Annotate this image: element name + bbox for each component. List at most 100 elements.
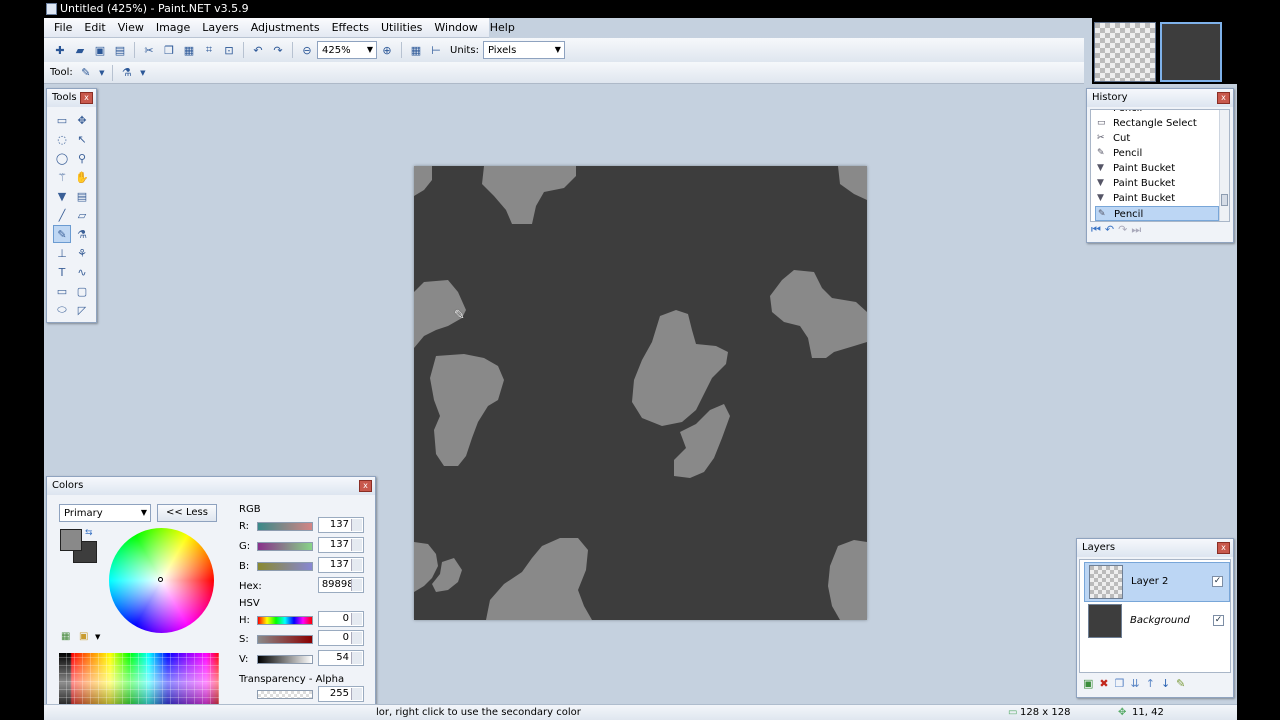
zoom-icon[interactable]: ⚲ — [73, 149, 91, 167]
delete-layer-icon[interactable]: ✖ — [1099, 677, 1108, 690]
gradient-icon[interactable]: ▤ — [73, 187, 91, 205]
rewind-icon[interactable]: ⏮ — [1091, 223, 1101, 239]
history-item[interactable]: ▼ Paint Bucket — [1095, 191, 1219, 206]
menu-window[interactable]: Window — [428, 21, 483, 34]
freeform-shape-icon[interactable]: ◸ — [73, 301, 91, 319]
undo-icon[interactable]: ↶ — [1105, 223, 1114, 239]
new-icon[interactable]: ✚ — [52, 42, 68, 58]
deselect-icon[interactable]: ⊡ — [221, 42, 237, 58]
g-input[interactable]: 137 — [318, 537, 364, 553]
v-slider[interactable] — [257, 655, 313, 664]
layer-row-background[interactable]: Background ✓ — [1084, 602, 1230, 642]
blend-mode-icon[interactable]: ⚗ — [119, 65, 135, 81]
rectangle-select-icon[interactable]: ▭ — [53, 111, 71, 129]
units-combo[interactable]: Pixels ▼ — [482, 41, 565, 59]
chevron-down-icon[interactable]: ▼ — [139, 65, 147, 81]
fast-forward-icon[interactable]: ⏭ — [1131, 223, 1141, 239]
menu-view[interactable]: View — [112, 21, 150, 34]
alpha-input[interactable]: 255 — [318, 686, 364, 702]
menu-edit[interactable]: Edit — [78, 21, 111, 34]
ellipse-icon[interactable]: ⬭ — [53, 301, 71, 319]
ruler-icon[interactable]: ⊢ — [428, 42, 444, 58]
layer-properties-icon[interactable]: ✎ — [1176, 677, 1185, 690]
menu-image[interactable]: Image — [150, 21, 196, 34]
history-item[interactable]: ✎ Pencil — [1095, 206, 1219, 221]
menu-effects[interactable]: Effects — [326, 21, 375, 34]
add-layer-icon[interactable]: ▣ — [1083, 677, 1093, 690]
image-canvas[interactable]: ✎ — [414, 166, 867, 620]
pan-icon[interactable]: ✋ — [73, 168, 91, 186]
s-input[interactable]: 0 — [318, 630, 364, 646]
grid-icon[interactable]: ▦ — [408, 42, 424, 58]
chevron-down-icon[interactable]: ▼ — [95, 633, 100, 641]
zoom-in-icon[interactable]: ⊕ — [379, 42, 395, 58]
history-item[interactable]: ✂ Cut — [1095, 131, 1219, 146]
crop-icon[interactable]: ⌗ — [201, 42, 217, 58]
primary-color-swatch[interactable] — [60, 529, 82, 551]
swap-colors-icon[interactable]: ⇆ — [85, 528, 93, 538]
move-layer-up-icon[interactable]: ↑ — [1146, 677, 1155, 690]
duplicate-layer-icon[interactable]: ❐ — [1115, 677, 1125, 690]
rounded-rectangle-icon[interactable]: ▢ — [73, 282, 91, 300]
ellipse-select-icon[interactable]: ◯ — [53, 149, 71, 167]
history-scrollbar[interactable] — [1219, 110, 1229, 221]
zoom-combo[interactable]: 425% ▼ — [317, 41, 377, 59]
chevron-down-icon[interactable]: ▼ — [98, 65, 106, 81]
pencil-icon[interactable]: ✎ — [53, 225, 71, 243]
alpha-slider[interactable] — [257, 690, 313, 699]
color-picker-icon[interactable]: ⚗ — [73, 225, 91, 243]
r-slider[interactable] — [257, 522, 313, 531]
open-icon[interactable]: ▰ — [72, 42, 88, 58]
color-mode-select[interactable]: Primary ▼ — [59, 504, 151, 522]
paint-bucket-icon[interactable]: ▼ — [53, 187, 71, 205]
g-slider[interactable] — [257, 542, 313, 551]
menu-layers[interactable]: Layers — [196, 21, 244, 34]
layer-row-layer-2[interactable]: Layer 2 ✓ — [1084, 562, 1230, 602]
rectangle-icon[interactable]: ▭ — [53, 282, 71, 300]
cut-icon[interactable]: ✂ — [141, 42, 157, 58]
hex-input[interactable]: 898989 — [318, 577, 364, 593]
history-item[interactable]: ▭ Rectangle Select — [1095, 116, 1219, 131]
save-icon[interactable]: ▣ — [92, 42, 108, 58]
menu-utilities[interactable]: Utilities — [375, 21, 428, 34]
lasso-select-icon[interactable]: ◌ — [53, 130, 71, 148]
current-tool-pencil-icon[interactable]: ✎ — [78, 65, 94, 81]
paintbrush-icon[interactable]: ╱ — [53, 206, 71, 224]
history-item[interactable]: ▼ Paint Bucket — [1095, 161, 1219, 176]
text-icon[interactable]: T — [53, 263, 71, 281]
move-selected-icon[interactable]: ✥ — [73, 111, 91, 129]
recolor-icon[interactable]: ⚘ — [73, 244, 91, 262]
color-wheel[interactable] — [109, 528, 214, 633]
close-icon[interactable]: x — [1217, 92, 1230, 104]
clone-stamp-icon[interactable]: ⊥ — [53, 244, 71, 262]
zoom-out-icon[interactable]: ⊖ — [299, 42, 315, 58]
image-thumbnail-1[interactable] — [1094, 22, 1156, 82]
undo-icon[interactable]: ↶ — [250, 42, 266, 58]
history-item[interactable]: ✎ Pencil — [1095, 110, 1219, 116]
print-icon[interactable]: ▤ — [112, 42, 128, 58]
copy-icon[interactable]: ❐ — [161, 42, 177, 58]
line-curve-icon[interactable]: ∿ — [73, 263, 91, 281]
h-slider[interactable] — [257, 616, 313, 625]
v-input[interactable]: 54 — [318, 650, 364, 666]
history-item[interactable]: ✎ Pencil — [1095, 146, 1219, 161]
b-slider[interactable] — [257, 562, 313, 571]
move-layer-down-icon[interactable]: ↓ — [1161, 677, 1170, 690]
move-selection-icon[interactable]: ↖ — [73, 130, 91, 148]
eraser-icon[interactable]: ▱ — [73, 206, 91, 224]
menu-file[interactable]: File — [48, 21, 78, 34]
palette-menu-icon[interactable]: ▣ — [79, 631, 88, 642]
color-wheel-marker[interactable] — [158, 577, 163, 582]
redo-icon[interactable]: ↷ — [270, 42, 286, 58]
r-input[interactable]: 137 — [318, 517, 364, 533]
b-input[interactable]: 137 — [318, 557, 364, 573]
add-palette-icon[interactable]: ▦ — [61, 631, 70, 642]
magic-wand-icon[interactable]: ⚚ — [53, 168, 71, 186]
scrollbar-thumb[interactable] — [1221, 194, 1228, 206]
less-button[interactable]: << Less — [157, 504, 217, 522]
redo-icon[interactable]: ↷ — [1118, 223, 1127, 239]
image-thumbnail-2[interactable] — [1160, 22, 1222, 82]
layer-visibility-checkbox[interactable]: ✓ — [1212, 576, 1223, 587]
menu-help[interactable]: Help — [484, 21, 521, 34]
close-icon[interactable]: x — [80, 92, 93, 104]
